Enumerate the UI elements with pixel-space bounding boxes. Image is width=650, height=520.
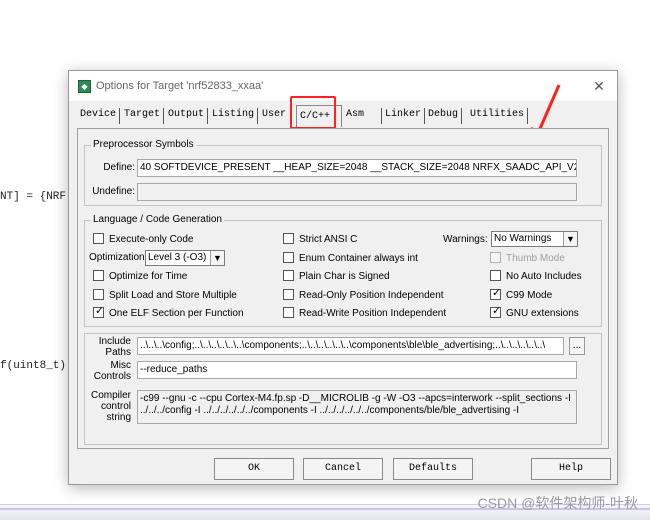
tab-listing[interactable]: Listing — [209, 108, 259, 124]
plain-char-checkbox[interactable]: Plain Char is Signed — [283, 270, 390, 283]
optimization-select[interactable]: Level 3 (-O3) ▼ — [145, 250, 225, 266]
ok-button[interactable]: OK — [214, 458, 294, 480]
gnu-extensions-checkbox[interactable]: GNU extensions — [490, 305, 579, 320]
tab-utilities[interactable]: Utilities — [467, 108, 529, 124]
cpp-options-panel: Preprocessor Symbols Define: 40 SOFTDEVI… — [77, 128, 609, 449]
close-button[interactable]: ✕ — [589, 76, 609, 96]
tab-user[interactable]: User — [259, 108, 289, 124]
ro-pi-checkbox[interactable]: Read-Only Position Independent — [283, 289, 444, 302]
split-load-checkbox[interactable]: Split Load and Store Multiple — [93, 289, 237, 302]
chevron-down-icon: ▼ — [210, 251, 224, 265]
tab-asm[interactable]: Asm — [343, 108, 367, 124]
strict-ansi-checkbox[interactable]: Strict ANSI C — [283, 233, 357, 246]
rw-pi-checkbox[interactable]: Read-Write Position Independent — [283, 307, 446, 320]
tab-linker[interactable]: Linker — [381, 108, 426, 124]
warnings-select[interactable]: No Warnings ▼ — [491, 231, 578, 247]
defaults-button[interactable]: Defaults — [393, 458, 473, 480]
undefine-label: Undefine: — [92, 186, 135, 197]
tab-device[interactable]: Device — [77, 108, 121, 124]
tab-debug[interactable]: Debug — [425, 108, 463, 124]
background-code-line: NT] = {NRF — [0, 191, 67, 203]
options-dialog: ◆ Options for Target 'nrf52833_xxaa' ✕ D… — [68, 70, 618, 485]
define-field[interactable]: 40 SOFTDEVICE_PRESENT __HEAP_SIZE=2048 _… — [137, 159, 577, 177]
chevron-down-icon: ▼ — [563, 232, 577, 246]
paths-group: Include Paths ..\..\..\config;..\..\..\.… — [84, 333, 602, 445]
compiler-control-field[interactable]: -c99 --gnu -c --cpu Cortex-M4.fp.sp -D__… — [137, 390, 577, 424]
background-code-line: f(uint8_t) — [0, 360, 67, 372]
preprocessor-group: Preprocessor Symbols Define: 40 SOFTDEVI… — [84, 139, 602, 206]
misc-controls-label: Misc Controls — [93, 360, 131, 382]
app-icon: ◆ — [78, 80, 91, 93]
no-auto-includes-checkbox[interactable]: No Auto Includes — [490, 270, 582, 283]
group-title: Preprocessor Symbols — [91, 139, 196, 150]
cancel-button[interactable]: Cancel — [303, 458, 383, 480]
group-title: Language / Code Generation — [91, 214, 224, 225]
define-label: Define: — [103, 162, 135, 173]
help-button[interactable]: Help — [531, 458, 611, 480]
misc-controls-field[interactable]: --reduce_paths — [137, 361, 577, 379]
include-paths-field[interactable]: ..\..\..\config;..\..\..\..\..\..\compon… — [137, 337, 564, 355]
undefine-field[interactable] — [137, 183, 577, 201]
highlight-box — [290, 96, 336, 129]
optimize-time-checkbox[interactable]: Optimize for Time — [93, 270, 187, 283]
optimization-label: Optimization: — [89, 252, 148, 263]
thumb-mode-checkbox[interactable]: Thumb Mode — [490, 252, 565, 265]
include-paths-label: Include Paths — [98, 336, 131, 358]
browse-include-button[interactable]: ... — [569, 337, 585, 355]
tab-target[interactable]: Target — [121, 108, 165, 124]
enum-container-checkbox[interactable]: Enum Container always int — [283, 252, 418, 265]
compiler-control-label: Compiler control string — [90, 390, 131, 423]
dialog-title: Options for Target 'nrf52833_xxaa' — [96, 80, 264, 92]
one-elf-checkbox[interactable]: One ELF Section per Function — [93, 305, 244, 320]
execute-only-checkbox[interactable]: Execute-only Code — [93, 233, 194, 246]
language-group: Language / Code Generation Execute-only … — [84, 214, 602, 327]
tab-output[interactable]: Output — [165, 108, 209, 124]
c99-mode-checkbox[interactable]: C99 Mode — [490, 287, 552, 302]
watermark: CSDN @软件架构师-叶秋 — [477, 495, 638, 511]
warnings-label: Warnings: — [443, 234, 488, 245]
